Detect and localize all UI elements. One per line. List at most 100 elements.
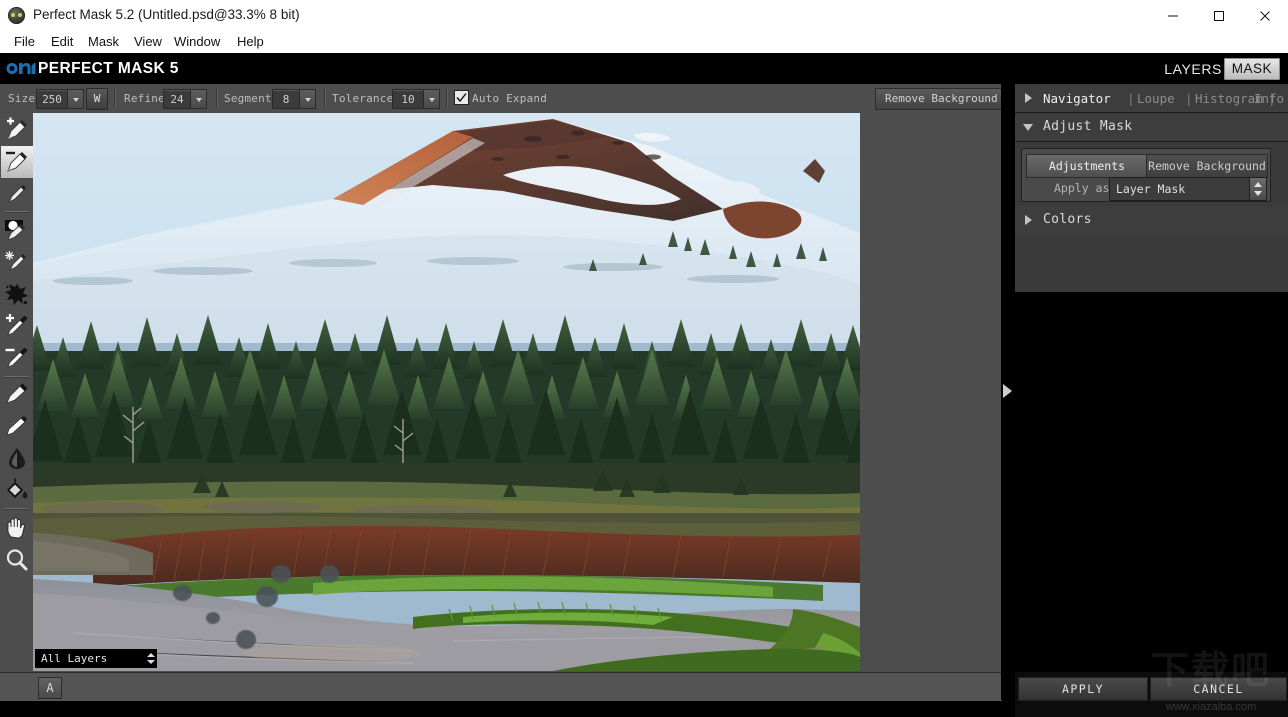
panel-collapse-arrow[interactable] (1003, 384, 1012, 398)
adjust-mask-controls: Adjustments Remove Background Apply as L… (1021, 148, 1271, 202)
magic-brush-icon (5, 220, 25, 241)
brush-minus-icon (6, 151, 27, 172)
colors-section-header[interactable]: Colors (1015, 206, 1288, 235)
apply-as-spinner[interactable] (1249, 178, 1266, 200)
menu-window[interactable]: Window (168, 33, 226, 51)
perfect-brush-minus-tool[interactable] (1, 146, 33, 178)
app-header: PERFECT MASK 5 LAYERS MASK (0, 53, 1288, 84)
cancel-button[interactable]: CANCEL (1150, 677, 1287, 701)
photo-forest (33, 315, 860, 486)
blur-brush-tool[interactable] (1, 278, 33, 310)
menu-mask[interactable]: Mask (82, 33, 125, 51)
tab-layers[interactable]: LAYERS (1164, 61, 1222, 77)
photo-preview[interactable]: All Layers (33, 113, 860, 671)
sparkle-brush-icon (5, 251, 26, 272)
divider (4, 211, 29, 213)
refine-brush-tool[interactable] (1, 178, 33, 210)
app-icon (8, 7, 25, 24)
refine-value: 24 (170, 92, 184, 106)
zoom-tool[interactable] (1, 544, 33, 576)
paint-bucket-icon (7, 478, 28, 499)
mask-stroke (236, 630, 256, 649)
tolerance-stepper[interactable] (423, 90, 439, 108)
adjust-mask-title: Adjust Mask (1043, 119, 1133, 134)
tolerance-input[interactable]: 10 (392, 89, 440, 109)
divider (216, 88, 218, 108)
menu-bar: File Edit Mask View Window Help (0, 31, 1288, 53)
nav-loupe[interactable]: Loupe (1137, 91, 1175, 106)
close-button[interactable] (1242, 0, 1288, 31)
canvas-area[interactable]: All Layers (33, 112, 1001, 672)
menu-edit[interactable]: Edit (45, 33, 79, 51)
auto-expand-label: Auto Expand (472, 92, 548, 105)
pan-tool[interactable] (1, 512, 33, 544)
divider (4, 508, 29, 510)
divider (324, 88, 326, 108)
size-label: Size (8, 92, 36, 105)
segment-value: 8 (282, 92, 290, 106)
nav-histogram[interactable]: Histogram (1195, 91, 1263, 106)
drop-brush-tool[interactable] (1, 410, 33, 442)
mask-stroke (320, 565, 339, 583)
apply-as-value: Layer Mask (1116, 182, 1186, 196)
alpha-channel-button[interactable]: A (38, 677, 62, 699)
segment-stepper[interactable] (299, 90, 315, 108)
apply-as-select[interactable]: Layer Mask (1109, 177, 1267, 201)
magnifier-icon (6, 549, 28, 571)
width-toggle-button[interactable]: W (86, 88, 108, 110)
right-panel: Navigator | Loupe | Histogram | Info Adj… (1015, 84, 1288, 717)
bottom-bar: A (0, 672, 1002, 701)
menu-help[interactable]: Help (231, 33, 270, 51)
adjust-mask-section-header[interactable]: Adjust Mask (1015, 113, 1288, 142)
layers-select-value: All Layers (41, 652, 108, 665)
magic-brush-tool[interactable] (1, 214, 33, 246)
collapse-arrow-icon[interactable] (1023, 124, 1033, 131)
drop-color-minus-tool[interactable] (1, 342, 33, 374)
nav-info[interactable]: Info (1254, 91, 1284, 106)
panel-footer: APPLY CANCEL (1015, 672, 1288, 717)
colors-title: Colors (1043, 212, 1092, 227)
splatter-icon (5, 284, 28, 305)
size-stepper[interactable] (67, 90, 83, 108)
apply-button[interactable]: APPLY (1018, 677, 1148, 701)
navigator-section-header[interactable]: Navigator | Loupe | Histogram | Info (1015, 84, 1288, 113)
small-brush-icon (7, 185, 26, 204)
refine-stepper[interactable] (190, 90, 206, 108)
menu-view[interactable]: View (128, 33, 168, 51)
tool-options-bar: Size 250 W Refine 24 Segment 8 Tolerance… (0, 84, 1008, 113)
mask-stroke (256, 586, 278, 607)
remove-background-button[interactable]: Remove Background (875, 88, 1008, 110)
chisel-brush-tool[interactable] (1, 246, 33, 278)
adjustments-button[interactable]: Adjustments (1026, 154, 1148, 178)
perfect-brush-plus-tool[interactable] (1, 114, 33, 146)
divider (446, 88, 448, 108)
drop-color-plus-tool[interactable] (1, 310, 33, 342)
remove-background-tab-button[interactable]: Remove Background (1146, 154, 1268, 178)
tolerance-label: Tolerance (332, 92, 394, 105)
maximize-button[interactable] (1196, 0, 1242, 31)
segment-input[interactable]: 8 (272, 89, 316, 109)
tab-mask[interactable]: MASK (1223, 58, 1280, 80)
menu-file[interactable]: File (8, 33, 41, 51)
hand-icon (7, 517, 25, 539)
layers-select-spinner[interactable] (144, 650, 156, 667)
tool-strip (0, 112, 34, 672)
mask-stroke (173, 585, 192, 601)
paint-bucket-tool[interactable] (1, 474, 33, 506)
size-input[interactable]: 250 (36, 89, 84, 109)
auto-expand-checkbox[interactable] (454, 90, 469, 105)
expand-arrow-icon[interactable] (1025, 93, 1032, 103)
refine-input[interactable]: 24 (163, 89, 207, 109)
separator: | (1185, 91, 1193, 106)
expand-arrow-icon[interactable] (1025, 215, 1032, 225)
tolerance-value: 10 (401, 92, 415, 106)
perfect-mask-window: Perfect Mask 5.2 (Untitled.psd@33.3% 8 b… (0, 0, 1288, 717)
blur-tool[interactable] (1, 442, 33, 474)
separator: | (1127, 91, 1135, 106)
refine-label: Refine (124, 92, 165, 105)
minimize-button[interactable] (1150, 0, 1196, 31)
keep-brush-tool[interactable] (1, 378, 33, 410)
layers-select[interactable]: All Layers (35, 649, 157, 668)
divider (114, 88, 116, 108)
nav-navigator[interactable]: Navigator (1043, 91, 1111, 106)
